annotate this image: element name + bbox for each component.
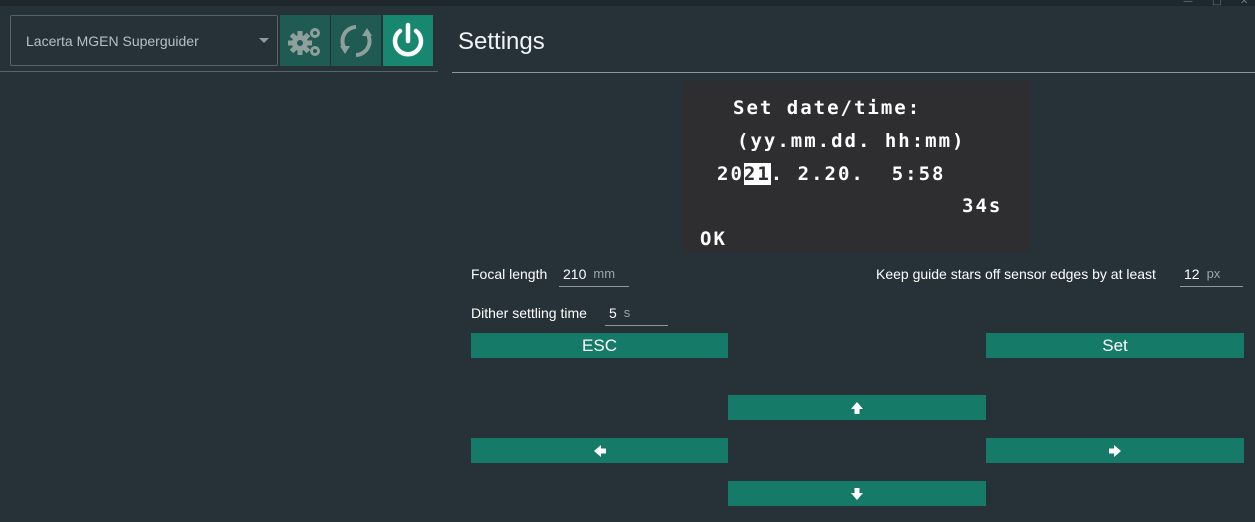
maximize-icon[interactable]: □: [1212, 0, 1221, 7]
arrow-up-icon: [851, 401, 863, 414]
dither-label: Dither settling time: [471, 305, 587, 321]
edge-margin-unit: px: [1206, 266, 1221, 281]
chevron-down-icon: [259, 38, 269, 43]
set-button[interactable]: Set: [986, 333, 1244, 358]
lcd-datetime-rest: . 2.20. 5:58: [770, 163, 946, 185]
lcd-display: Set date/time: (yy.mm.dd. hh:mm) 2021. 2…: [683, 81, 1030, 252]
focal-length-input[interactable]: 210 mm: [559, 261, 629, 287]
page-title: Settings: [458, 28, 545, 55]
esc-button[interactable]: ESC: [471, 333, 728, 358]
refresh-button[interactable]: [331, 15, 381, 66]
lcd-line-2: (yy.mm.dd. hh:mm): [737, 130, 966, 152]
device-dropdown-value: Lacerta MGEN Superguider: [26, 32, 199, 49]
dither-input[interactable]: 5 s: [605, 300, 668, 326]
lcd-line-1: Set date/time:: [733, 97, 922, 119]
arrow-right-icon: [1109, 444, 1121, 457]
dither-value: 5: [609, 304, 617, 321]
edge-margin-input[interactable]: 12 px: [1180, 261, 1243, 287]
minimize-icon[interactable]: —: [1183, 0, 1193, 7]
down-button[interactable]: [728, 481, 986, 506]
lcd-line-4: 34s: [962, 195, 1003, 217]
gears-icon: [288, 27, 320, 56]
power-button[interactable]: [383, 15, 433, 66]
edge-margin-value: 12: [1184, 265, 1200, 282]
close-icon[interactable]: ✕: [1240, 0, 1248, 7]
focal-length-value: 210: [563, 265, 587, 282]
device-dropdown[interactable]: Lacerta MGEN Superguider: [10, 15, 278, 66]
dither-unit: s: [623, 305, 631, 320]
lcd-line-3: 2021. 2.20. 5:58: [717, 163, 946, 185]
focal-length-label: Focal length: [471, 266, 548, 282]
lcd-line-5: OK: [700, 228, 727, 250]
right-button[interactable]: [986, 438, 1244, 463]
window-top-strip: [0, 0, 1255, 6]
lcd-cursor: 21: [743, 163, 771, 185]
left-divider: [0, 71, 438, 72]
lcd-year-prefix: 20: [717, 163, 744, 185]
power-icon: [392, 22, 424, 56]
focal-length-unit: mm: [593, 266, 616, 281]
refresh-icon: [340, 24, 372, 57]
up-button[interactable]: [728, 395, 986, 420]
device-settings-button[interactable]: [280, 15, 330, 66]
header-divider: [452, 72, 1255, 73]
arrow-left-icon: [593, 444, 606, 457]
arrow-down-icon: [851, 487, 863, 500]
left-button[interactable]: [471, 438, 728, 463]
edge-margin-label: Keep guide stars off sensor edges by at …: [876, 266, 1156, 282]
